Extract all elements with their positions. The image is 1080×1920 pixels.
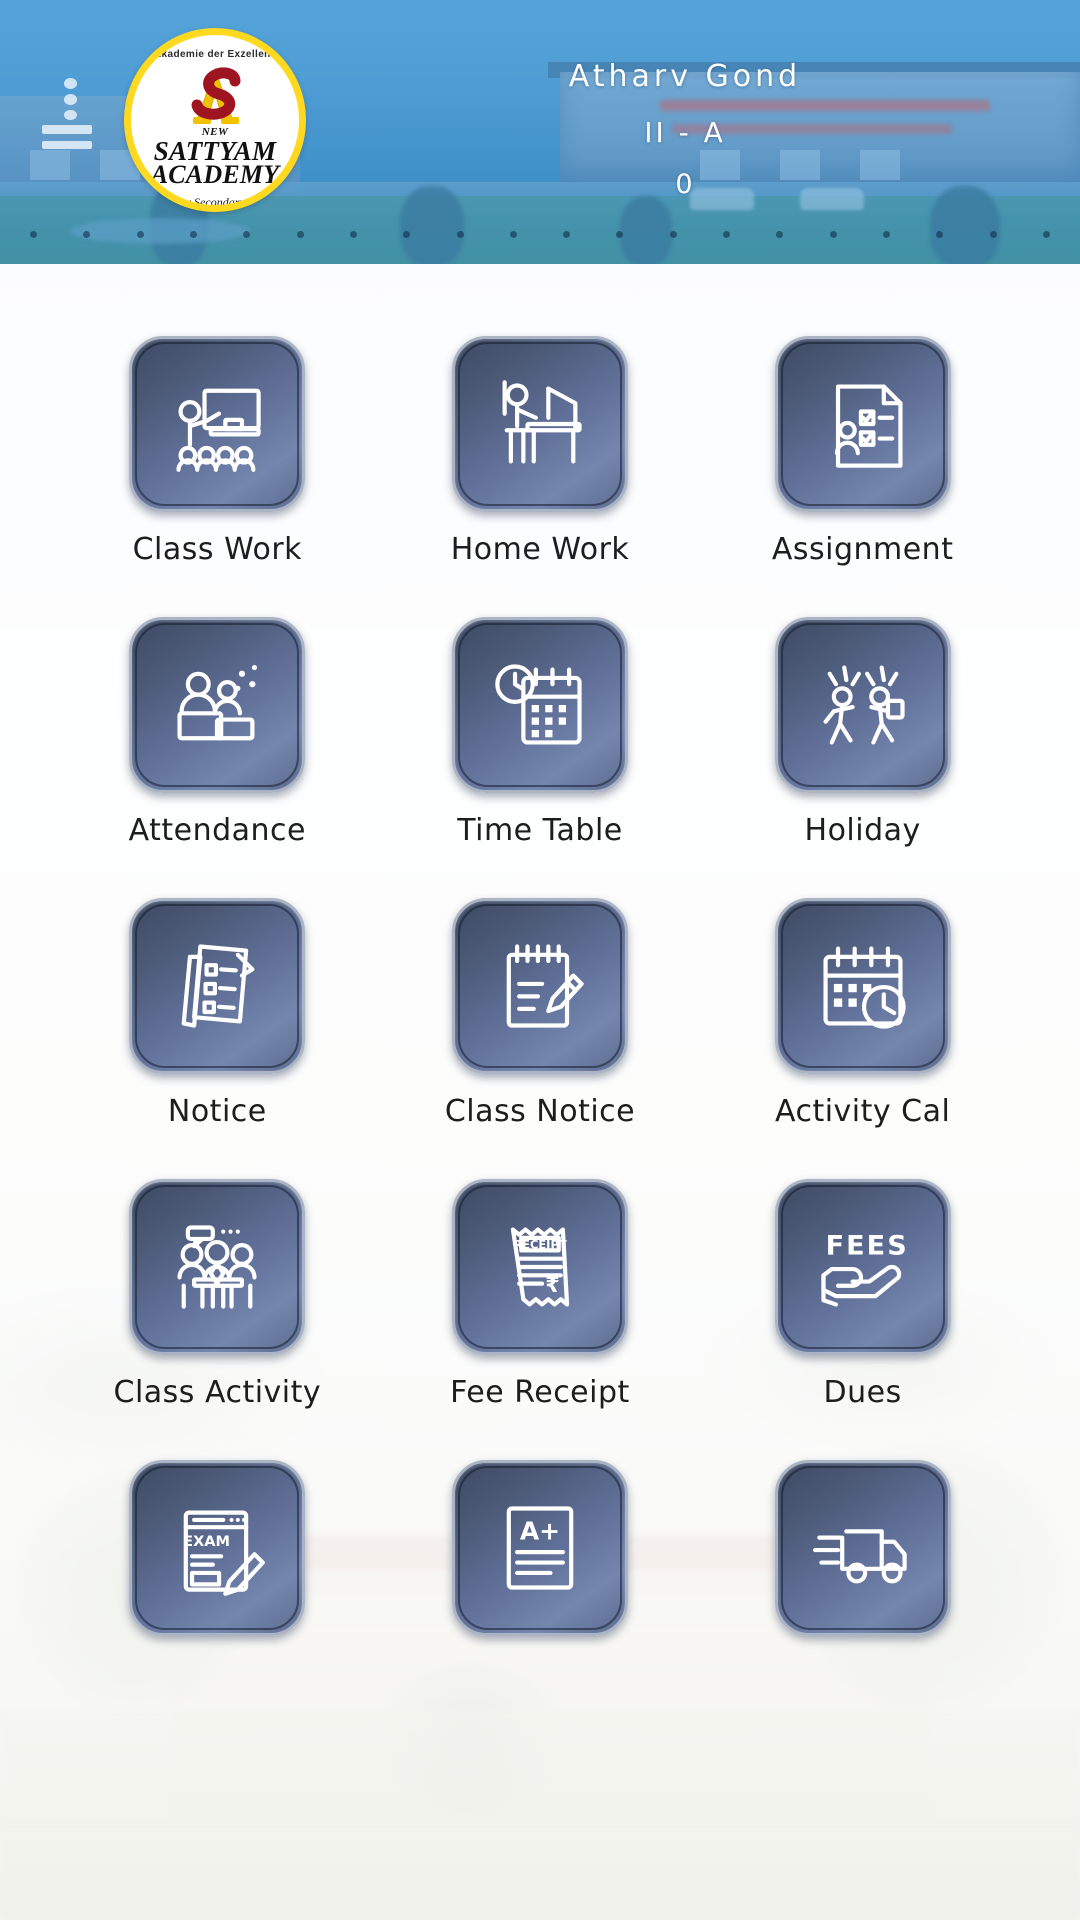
- fees-text: FEES: [825, 1231, 908, 1262]
- tile-dues[interactable]: FEES: [774, 1179, 951, 1355]
- label-notice: Notice: [167, 1094, 267, 1129]
- label-time-table: Time Table: [457, 813, 623, 848]
- header-dotted-divider: [0, 224, 1080, 244]
- label-attendance: Attendance: [128, 813, 307, 848]
- calendar-clock-icon: [488, 653, 592, 757]
- transport-truck-icon: [811, 1496, 915, 1600]
- teacher-blackboard-icon: [165, 372, 269, 476]
- attendance-people-icon: [165, 664, 258, 757]
- tile-home-work[interactable]: [451, 336, 628, 512]
- label-class-work: Class Work: [132, 532, 303, 567]
- label-fee-receipt: Fee Receipt: [450, 1375, 630, 1410]
- menu-item-notice[interactable]: Notice: [56, 898, 379, 1129]
- logo-monogram-icon: [191, 67, 241, 124]
- student-info: Atharv Gond II - A 0: [330, 58, 1040, 201]
- menu-item-fee-receipt[interactable]: RECEIPT ₹ Fee Receipt: [379, 1179, 702, 1410]
- tile-class-notice[interactable]: [451, 898, 628, 1074]
- tile-exam[interactable]: EXAM: [129, 1460, 306, 1636]
- menu-item-exam[interactable]: EXAM: [56, 1460, 379, 1656]
- tile-grade[interactable]: A+: [451, 1460, 628, 1636]
- menu-item-attendance[interactable]: Attendance: [56, 617, 379, 848]
- menu-item-transport[interactable]: [701, 1460, 1024, 1656]
- menu-bar: [42, 125, 92, 134]
- menu-bar: [42, 140, 92, 150]
- menu-grid: Class Work Home Work Assignment Attendan…: [0, 264, 1080, 1656]
- student-name: Atharv Gond: [568, 59, 802, 94]
- label-assignment: Assignment: [771, 532, 954, 567]
- student-class: II - A: [644, 115, 726, 149]
- receipt-rupee-icon: RECEIPT ₹: [488, 1215, 592, 1319]
- menu-item-home-work[interactable]: Home Work: [379, 336, 702, 567]
- tile-notice[interactable]: [129, 898, 306, 1074]
- document-checklist-icon: [811, 372, 915, 476]
- label-dues: Dues: [823, 1375, 902, 1410]
- school-logo[interactable]: Akademie der Exzellenz NEW SATTYAM ACADE…: [124, 28, 306, 212]
- tile-time-table[interactable]: [451, 617, 628, 793]
- label-home-work: Home Work: [450, 532, 630, 567]
- logo-arc-text: Akademie der Exzellenz: [153, 49, 277, 60]
- tile-assignment[interactable]: [774, 336, 951, 512]
- menu-item-assignment[interactable]: Assignment: [701, 336, 1024, 567]
- exam-paper-pencil-icon: EXAM: [183, 1496, 269, 1600]
- logo-line2: ACADEMY: [150, 160, 280, 189]
- group-discussion-icon: [165, 1215, 269, 1319]
- calendar-clock-activity-icon: [811, 934, 915, 1038]
- logo-school-name: NEW SATTYAM ACADEMY: [131, 127, 299, 188]
- student-extra: 0: [675, 169, 695, 201]
- tile-class-activity[interactable]: [129, 1179, 306, 1355]
- fees-hand-icon: FEES: [811, 1231, 908, 1319]
- tile-activity-cal[interactable]: [774, 898, 951, 1074]
- label-holiday: Holiday: [804, 813, 921, 848]
- children-running-icon: [811, 653, 915, 757]
- label-class-notice: Class Notice: [444, 1094, 636, 1129]
- tile-transport[interactable]: [774, 1460, 951, 1636]
- exam-text: EXAM: [183, 1533, 230, 1550]
- tile-holiday[interactable]: [774, 617, 951, 793]
- label-activity-cal: Activity Cal: [774, 1094, 951, 1129]
- menu-item-class-notice[interactable]: Class Notice: [379, 898, 702, 1129]
- notepad-pencil-icon: [488, 934, 592, 1038]
- menu-dot: [64, 78, 77, 89]
- menu-item-time-table[interactable]: Time Table: [379, 617, 702, 848]
- menu-item-class-activity[interactable]: Class Activity: [56, 1179, 379, 1410]
- grade-aplus-icon: A+: [488, 1496, 592, 1600]
- menu-dot: [64, 93, 77, 105]
- receipt-text: RECEIPT: [513, 1237, 566, 1251]
- menu-dot: [64, 109, 77, 121]
- rupee-symbol: ₹: [545, 1273, 559, 1297]
- tile-attendance[interactable]: [129, 617, 306, 793]
- grade-text: A+: [520, 1517, 560, 1546]
- label-class-activity: Class Activity: [113, 1375, 322, 1410]
- student-desk-icon: [488, 372, 592, 476]
- menu-item-activity-cal[interactable]: Activity Cal: [701, 898, 1024, 1129]
- tile-fee-receipt[interactable]: RECEIPT ₹: [451, 1179, 628, 1355]
- menu-item-dues[interactable]: FEES Dues: [701, 1179, 1024, 1410]
- notice-papers-icon: [165, 934, 269, 1038]
- tile-class-work[interactable]: [129, 336, 306, 512]
- menu-item-class-work[interactable]: Class Work: [56, 336, 379, 567]
- app-header: Akademie der Exzellenz NEW SATTYAM ACADE…: [0, 0, 1080, 264]
- menu-item-holiday[interactable]: Holiday: [701, 617, 1024, 848]
- hamburger-menu-icon[interactable]: [42, 78, 102, 156]
- menu-item-grade[interactable]: A+: [379, 1460, 702, 1656]
